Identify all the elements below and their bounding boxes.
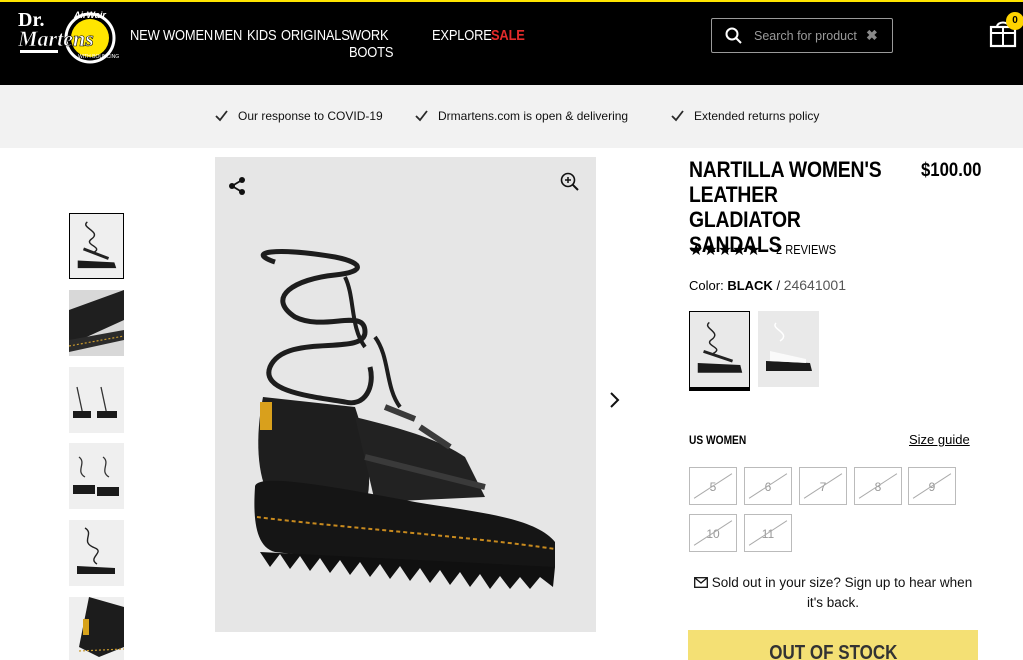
clear-search-icon[interactable]: ✖: [866, 27, 878, 44]
thumbnail-4[interactable]: [69, 443, 124, 509]
svg-text:Martens: Martens: [17, 26, 94, 51]
svg-text:AirWair: AirWair: [73, 10, 106, 20]
svg-text:WITH BOUNCING: WITH BOUNCING: [78, 54, 119, 60]
cart-count-badge: 0: [1006, 12, 1023, 30]
chevron-right-icon[interactable]: [608, 390, 622, 410]
nav-sale[interactable]: SALE: [491, 27, 525, 61]
size-button-9[interactable]: 9: [908, 467, 956, 505]
back-in-stock-label: Sold out in your size? Sign up to hear w…: [711, 575, 973, 610]
size-button-11[interactable]: 11: [744, 514, 792, 552]
thumbnail-6[interactable]: [69, 597, 124, 660]
unavailable-strike: [912, 473, 952, 499]
out-of-stock-button[interactable]: OUT OF STOCK: [688, 630, 978, 660]
nav-originals[interactable]: ORIGINALS: [281, 27, 350, 61]
notice-delivering-label: Drmartens.com is open & delivering: [438, 109, 629, 123]
color-info: Color: BLACK / 24641001: [689, 277, 846, 293]
nav-men[interactable]: MEN: [214, 27, 245, 61]
envelope-icon: [693, 577, 708, 588]
color-label: Color:: [689, 278, 724, 293]
thumbnail-5[interactable]: [69, 520, 124, 586]
thumbnail-2[interactable]: [69, 290, 124, 356]
site-header: Dr. Martens AirWair WITH BOUNCING NEW WO…: [0, 2, 1023, 85]
search-icon[interactable]: [724, 26, 744, 46]
size-region-heading: US WOMEN: [689, 433, 747, 447]
size-button-8[interactable]: 8: [854, 467, 902, 505]
product-price: $100.00: [921, 160, 982, 181]
size-guide-link[interactable]: Size guide: [909, 432, 970, 447]
brand-logo[interactable]: Dr. Martens AirWair WITH BOUNCING: [16, 4, 124, 64]
notice-returns-label: Extended returns policy: [694, 109, 820, 123]
color-swatch-black[interactable]: [689, 311, 750, 391]
unavailable-strike: [858, 473, 898, 499]
notice-covid[interactable]: Our response to COVID-19: [215, 109, 383, 123]
product-main-image[interactable]: [215, 157, 596, 632]
nav-kids[interactable]: KIDS: [247, 27, 279, 61]
notice-covid-label: Our response to COVID-19: [238, 109, 383, 123]
rating-stars: ★★★★★: [689, 242, 761, 259]
check-icon: [415, 110, 428, 122]
notice-bar: Our response to COVID-19 Drmartens.com i…: [0, 85, 1023, 148]
nav-explore[interactable]: EXPLORE: [432, 27, 492, 61]
product-sku: 24641001: [783, 277, 846, 293]
search-input[interactable]: [754, 28, 862, 43]
color-swatch-white[interactable]: [758, 311, 819, 387]
out-of-stock-label: OUT OF STOCK: [768, 642, 898, 660]
thumbnail-1[interactable]: [69, 213, 124, 279]
check-icon: [215, 110, 228, 122]
unavailable-strike: [803, 473, 843, 499]
size-button-6[interactable]: 6: [744, 467, 792, 505]
zoom-in-icon[interactable]: [560, 172, 580, 192]
size-button-5[interactable]: 5: [689, 467, 737, 505]
unavailable-strike: [748, 473, 788, 499]
notice-delivering[interactable]: Drmartens.com is open & delivering: [415, 109, 628, 123]
nav-women[interactable]: WOMEN: [163, 27, 213, 61]
size-button-7[interactable]: 7: [799, 467, 847, 505]
unavailable-strike: [748, 520, 788, 546]
color-value: BLACK: [727, 278, 773, 293]
nav-new[interactable]: NEW: [130, 27, 161, 61]
share-icon[interactable]: [227, 176, 247, 196]
reviews-link[interactable]: 2 REVIEWS: [776, 242, 836, 257]
nav-work-boots[interactable]: WORK BOOTS: [349, 27, 423, 61]
unavailable-strike: [693, 473, 733, 499]
unavailable-strike: [693, 520, 733, 546]
color-separator: /: [776, 278, 781, 293]
size-button-10[interactable]: 10: [689, 514, 737, 552]
thumbnail-3[interactable]: [69, 367, 124, 433]
main-nav: NEW WOMEN MEN KIDS ORIGINALS WORK BOOTS …: [130, 27, 528, 61]
search-box: ✖: [711, 18, 893, 53]
back-in-stock-signup[interactable]: Sold out in your size? Sign up to hear w…: [689, 573, 977, 613]
check-icon: [671, 110, 684, 122]
notice-returns[interactable]: Extended returns policy: [671, 109, 819, 123]
